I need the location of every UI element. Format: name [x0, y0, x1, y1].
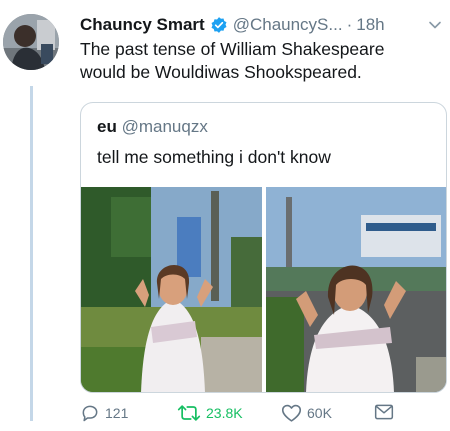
like-icon — [281, 404, 302, 422]
separator-dot: · — [346, 15, 353, 34]
direct-message-button[interactable] — [374, 403, 394, 421]
quoted-tweet-header: eu @manuqzx — [97, 117, 208, 137]
photo-right[interactable] — [266, 187, 446, 392]
quoted-tweet-text: tell me something i don't know — [97, 147, 331, 167]
author-handle[interactable]: @ChauncyS... — [233, 15, 343, 35]
quoted-author-name: eu — [97, 117, 117, 136]
chevron-down-icon[interactable] — [428, 18, 442, 32]
tweet-actions: 121 23.8K 60K — [80, 403, 450, 425]
quoted-author-handle: @manuqzx — [121, 117, 208, 136]
reply-button[interactable]: 121 — [80, 403, 128, 423]
retweet-count: 23.8K — [206, 405, 243, 421]
quoted-tweet-media — [81, 187, 446, 392]
tweet-text-line-2: would be Wouldiwas Shookspeared. — [80, 62, 362, 82]
avatar[interactable] — [3, 14, 59, 70]
tweet-text-line-1: The past tense of William Shakespeare — [80, 39, 385, 59]
quoted-tweet-card[interactable]: eu @manuqzx tell me something i don't kn… — [80, 102, 447, 393]
retweet-icon — [177, 405, 201, 421]
author-name[interactable]: Chauncy Smart — [80, 15, 205, 35]
thread-line — [30, 86, 33, 421]
timestamp[interactable]: 18h — [356, 15, 384, 35]
like-button[interactable]: 60K — [281, 403, 332, 423]
tweet-header: Chauncy Smart @ChauncyS... · 18h — [80, 14, 442, 36]
reply-count: 121 — [105, 405, 129, 421]
like-count: 60K — [307, 405, 332, 421]
reply-icon — [82, 405, 98, 422]
tweet-text: The past tense of William Shakespeare wo… — [80, 38, 445, 84]
retweet-button[interactable]: 23.8K — [177, 403, 243, 423]
message-icon — [374, 404, 394, 420]
verified-badge-icon — [210, 16, 228, 34]
photo-left[interactable] — [81, 187, 262, 392]
